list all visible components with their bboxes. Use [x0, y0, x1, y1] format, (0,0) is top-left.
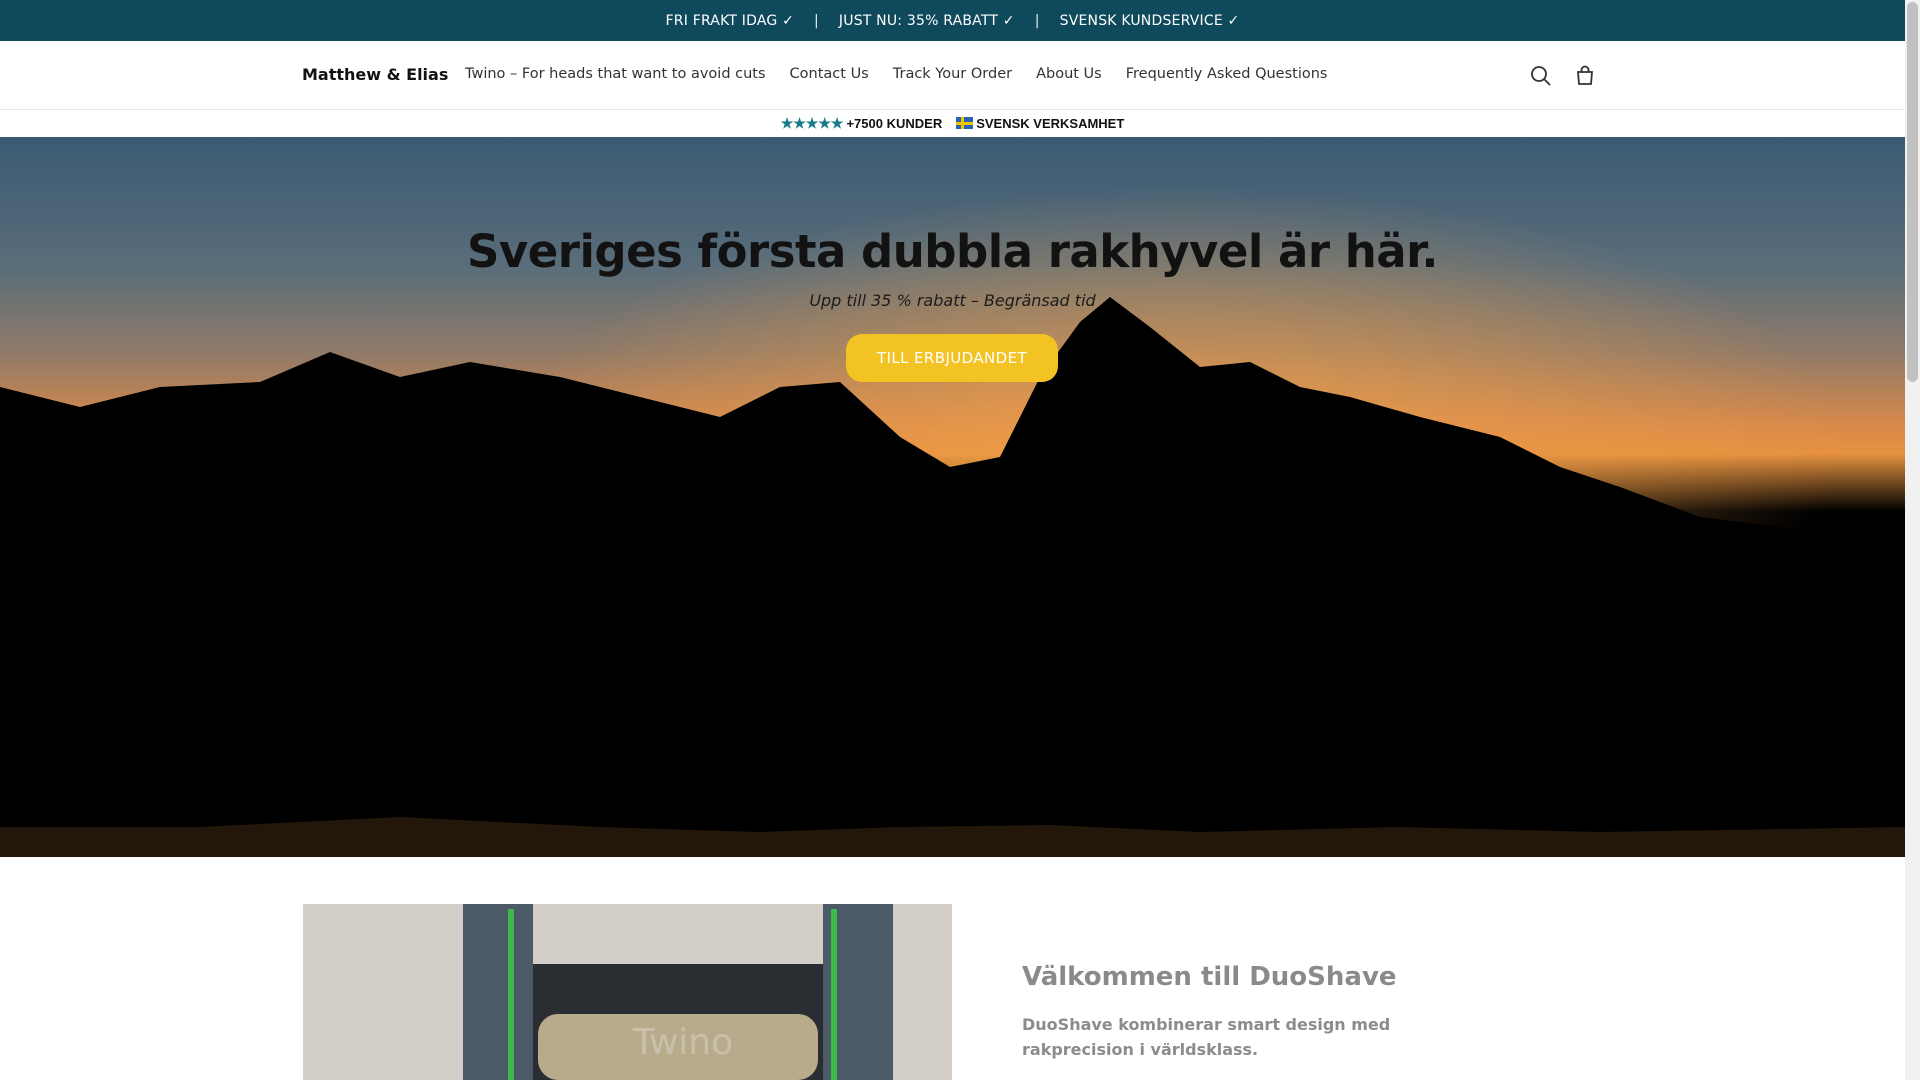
product-image: Twino [303, 904, 952, 1080]
swedish-company-label: SVENSK VERKSAMHET [976, 115, 1125, 131]
customer-rating: ★★★★★ +7500 KUNDER [781, 115, 943, 132]
nav-item-faq[interactable]: Frequently Asked Questions [1126, 66, 1328, 82]
site-header: Matthew & Elias Twino – For heads that w… [0, 41, 1905, 110]
shop-offer-button[interactable]: TILL ERBJUDANDET [846, 334, 1058, 382]
hero-title: Sveriges första dubbla rakhyvel är här. [466, 225, 1439, 278]
announcement-separator: | [1034, 12, 1040, 29]
nav-item-contact[interactable]: Contact Us [790, 66, 869, 82]
welcome-title: Välkommen till DuoShave [1022, 962, 1397, 992]
announcement-separator: | [814, 12, 819, 29]
announcement-discount: JUST NU: 35% RABATT ✓ [838, 12, 1015, 29]
announcement-bar: FRI FRAKT IDAG ✓ | JUST NU: 35% RABATT ✓… [0, 0, 1905, 41]
hero-subtitle: Upp till 35 % rabatt – Begränsad tid [809, 291, 1096, 310]
cart-icon[interactable] [1572, 63, 1598, 89]
swedish-flag-icon [956, 117, 974, 129]
customer-count: +7500 KUNDER [846, 115, 943, 131]
trust-bar: ★★★★★ +7500 KUNDER SVENSK VERKSAMHET [0, 110, 1905, 136]
hero-banner: Sveriges första dubbla rakhyvel är här. … [0, 137, 1905, 857]
nav-item-twino[interactable]: Twino – For heads that want to avoid cut… [465, 66, 766, 82]
announcement-free-shipping: FRI FRAKT IDAG ✓ [665, 12, 794, 29]
page-scrollbar[interactable] [1905, 0, 1920, 1080]
welcome-text: DuoShave kombinerar smart design med rak… [1022, 1015, 1391, 1059]
search-icon[interactable] [1528, 63, 1554, 89]
main-nav: Twino – For heads that want to avoid cut… [465, 66, 1328, 82]
announcement-support: SVENSK KUNDSERVICE ✓ [1059, 12, 1240, 29]
product-logo-text: Twino [632, 1022, 733, 1063]
scrollbar-thumb[interactable] [1907, 2, 1918, 382]
nav-item-about[interactable]: About Us [1036, 66, 1102, 82]
star-rating-icon: ★★★★★ [780, 114, 844, 131]
site-logo[interactable]: Matthew & Elias [302, 65, 448, 84]
swedish-company: SVENSK VERKSAMHET [956, 116, 1124, 131]
nav-item-track-order[interactable]: Track Your Order [893, 66, 1012, 82]
